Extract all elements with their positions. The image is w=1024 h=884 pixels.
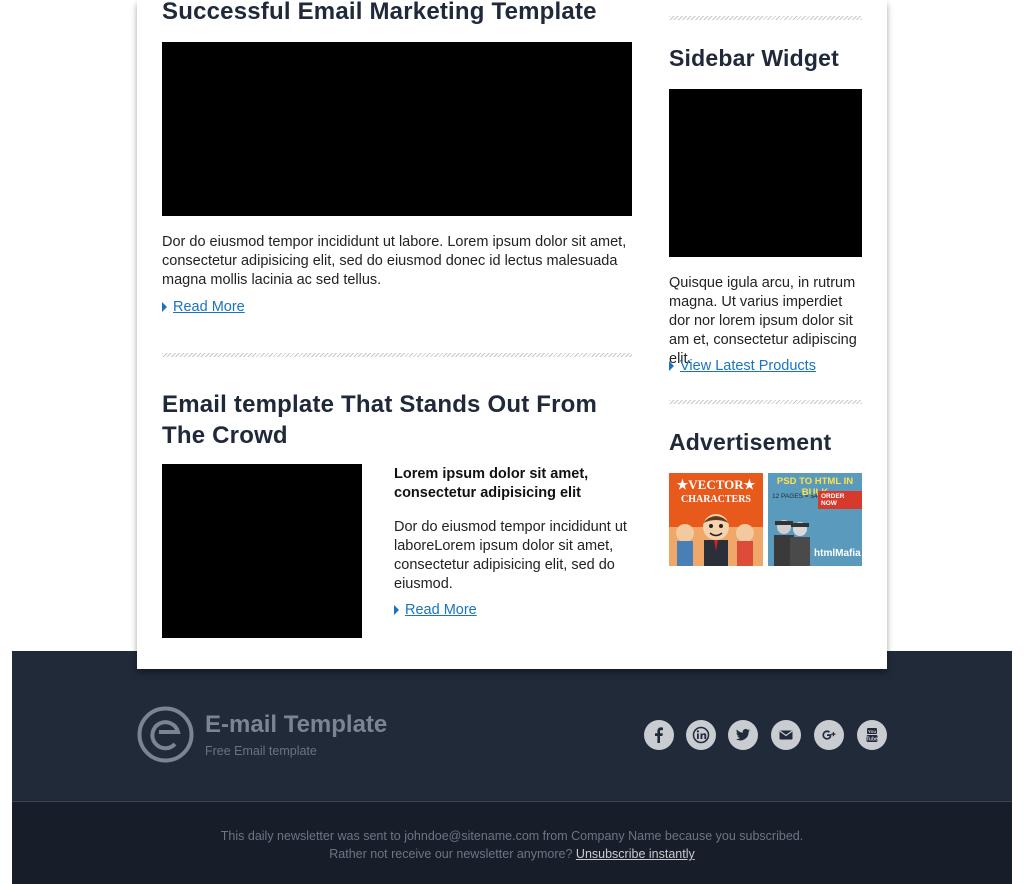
article-2-body: Dor do eiusmod tempor incididunt ut labo… [394,519,627,592]
unsubscribe-link[interactable]: Unsubscribe instantly [576,847,695,861]
linkedin-icon[interactable] [686,720,716,750]
caret-right-icon [162,302,167,312]
psd-to-html-ad[interactable]: PSD TO HTML IN BULK 12 PAGES = $480 ORDE… [768,473,862,566]
article-2-lead: Lorem ipsum dolor sit amet, consectetur … [394,466,589,501]
article-2-title: Email template That Stands Out From The … [162,391,598,449]
sidebar-widget-body: Quisque igula arcu, in rutrum magna. Ut … [669,275,857,367]
view-latest-products-label: View Latest Products [680,358,816,374]
svg-text:You: You [868,729,876,734]
legal-line-2-container: Rather not receive our newsletter anymor… [12,847,1012,861]
google-plus-icon[interactable] [814,720,844,750]
email-icon[interactable] [771,720,801,750]
sidebar-divider [669,400,862,404]
mafia-figures-icon [774,520,810,566]
legal-line-1: This daily newsletter was sent to johndo… [220,829,804,843]
article-2-read-more-link[interactable]: Read More [394,602,477,618]
read-more-label: Read More [173,299,245,315]
caret-right-icon [669,361,674,371]
article-2-image [162,464,362,638]
sidebar-divider-top [669,16,862,20]
ad-2-brand: htmlMafia [814,548,861,559]
sidebar-widget-title: Sidebar Widget [669,45,839,71]
article-1-title: Successful Email Marketing Template [162,0,597,25]
article-1-image [162,42,632,216]
youtube-icon[interactable]: You Tube [857,720,887,750]
ad-1-line1: ★VECTOR★ [676,477,756,492]
caret-right-icon [394,605,399,615]
twitter-icon[interactable] [728,720,758,750]
view-latest-products-link[interactable]: View Latest Products [669,358,816,374]
ad-2-line2: 12 PAGES = $480 [772,493,825,500]
article-1-read-more-link[interactable]: Read More [162,299,245,315]
content-card: Successful Email Marketing Template Dor … [137,0,887,669]
ad-1-line2: CHARACTERS [680,494,751,505]
article-1-body: Dor do eiusmod tempor incididunt ut labo… [162,234,627,288]
read-more-label: Read More [405,602,477,618]
legal-band [12,802,1012,884]
footer-tagline: Free Email template [205,744,317,758]
advertisement-title: Advertisement [669,429,832,455]
facebook-icon[interactable] [644,720,674,750]
sidebar-widget-image [669,89,862,257]
cartoon-characters-icon [669,514,763,566]
ad-2-order-button: ORDER NOW [818,491,862,509]
vector-characters-ad[interactable]: ★VECTOR★ CHARACTERS [669,473,763,566]
divider [162,353,632,357]
footer-brand-name: E-mail Template [205,711,388,738]
legal-line-2: Rather not receive our newsletter anymor… [329,847,573,861]
brand-logo-icon [137,706,194,763]
svg-text:Tube: Tube [866,737,878,743]
